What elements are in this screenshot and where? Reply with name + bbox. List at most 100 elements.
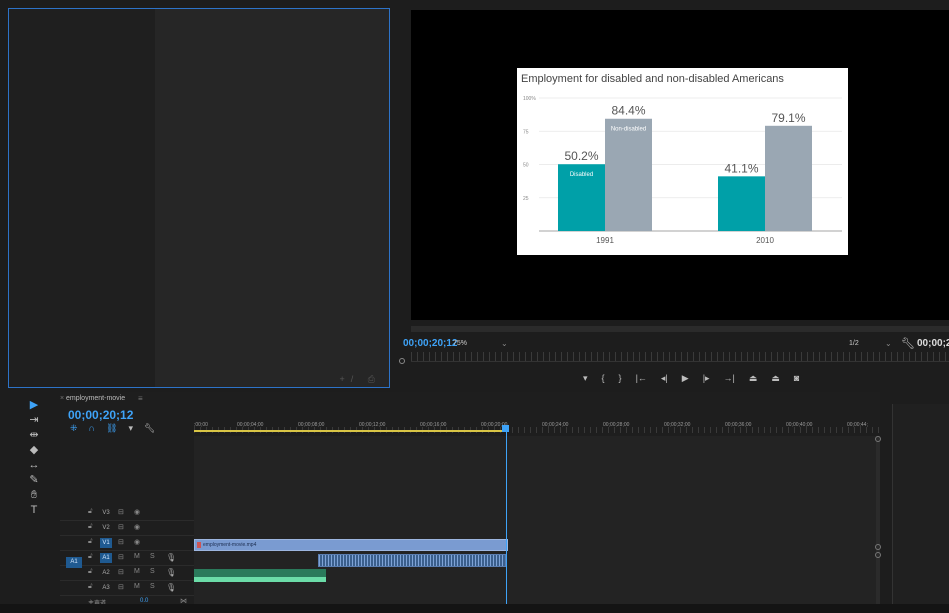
bar-chart: Employment for disabled and non-disabled… bbox=[521, 73, 842, 245]
video-clip-label: employment-movie.mp4 bbox=[203, 542, 257, 548]
razor-tool-icon[interactable]: ◆ bbox=[26, 443, 42, 458]
x-tick-label: 2010 bbox=[756, 236, 774, 245]
solo-button[interactable]: S bbox=[150, 553, 155, 560]
source-monitor-panel[interactable]: +/ ⎙ bbox=[8, 8, 390, 388]
extract-icon[interactable]: ⏏ bbox=[771, 373, 780, 387]
sync-lock-icon[interactable]: ⊟ bbox=[118, 583, 124, 591]
sync-lock-icon[interactable]: ⊟ bbox=[118, 538, 124, 546]
tools-panel: ▶ ⇥ ⇹ ◆ ↔ ✎ ✋︎ T bbox=[26, 398, 42, 528]
sync-lock-icon[interactable]: ⊟ bbox=[118, 553, 124, 561]
program-playhead-handle[interactable] bbox=[399, 358, 405, 364]
sync-lock-icon[interactable]: ⊟ bbox=[118, 523, 124, 531]
track-header-v3[interactable]: 🔓︎ V3 ⊟ ◉ bbox=[60, 508, 194, 521]
lock-icon[interactable]: 🔓︎ bbox=[88, 538, 93, 546]
source-monitor-controls[interactable]: +/ ⎙ bbox=[340, 374, 381, 385]
step-back-icon[interactable]: ◂| bbox=[661, 373, 668, 387]
lock-icon[interactable]: 🔓︎ bbox=[88, 523, 93, 531]
lift-icon[interactable]: ⏏ bbox=[749, 373, 758, 387]
sync-lock-icon[interactable]: ⊟ bbox=[118, 568, 124, 576]
program-monitor-panel: Employment for disabled and non-disabled… bbox=[393, 8, 949, 388]
wrench-icon[interactable]: 🔧︎ bbox=[901, 337, 915, 350]
play-icon[interactable]: ▶ bbox=[682, 373, 689, 387]
microphone-icon[interactable]: 🎙︎ bbox=[166, 583, 176, 592]
selection-tool-icon[interactable]: ▶ bbox=[26, 398, 42, 413]
scroll-handle-top[interactable] bbox=[875, 436, 881, 442]
audio-clip-a1[interactable] bbox=[318, 554, 506, 567]
chevron-down-icon[interactable]: ⌄ bbox=[885, 339, 892, 348]
program-duration-timecode: 00;00;20 bbox=[917, 338, 949, 349]
mute-button[interactable]: M bbox=[134, 553, 140, 560]
close-icon[interactable]: × bbox=[60, 395, 64, 402]
scroll-handle-low[interactable] bbox=[875, 552, 881, 558]
source-patch-a1[interactable]: A1 bbox=[66, 557, 82, 568]
step-forward-icon[interactable]: |▸ bbox=[703, 373, 710, 387]
lock-icon[interactable]: 🔓︎ bbox=[88, 568, 93, 576]
audio-clip-a2[interactable] bbox=[194, 569, 326, 582]
mark-in-icon[interactable]: ▾ bbox=[583, 373, 588, 387]
playhead-line[interactable] bbox=[506, 432, 507, 613]
track-header-a3[interactable]: 🔓︎ A3 ⊟ M S 🎙︎ bbox=[60, 583, 194, 596]
program-zoom-scrollbar[interactable] bbox=[411, 326, 949, 332]
track-target-a3[interactable]: A3 bbox=[100, 583, 112, 593]
slip-tool-icon[interactable]: ↔ bbox=[26, 458, 42, 473]
track-target-a2[interactable]: A2 bbox=[100, 568, 112, 578]
panel-menu-icon[interactable]: ≡ bbox=[138, 394, 143, 403]
type-tool-icon[interactable]: T bbox=[26, 503, 42, 518]
track-header-v2[interactable]: 🔓︎ V2 ⊟ ◉ bbox=[60, 523, 194, 536]
playhead-handle[interactable] bbox=[502, 425, 509, 432]
video-clip[interactable]: employment-movie.mp4 bbox=[194, 539, 508, 551]
snap-magnet-icon[interactable]: ∩ bbox=[89, 423, 95, 434]
series-label-disabled: Disabled bbox=[570, 172, 593, 178]
hand-tool-icon[interactable]: ✋︎ bbox=[26, 488, 42, 503]
program-timecode[interactable]: 00;00;20;12 bbox=[403, 338, 457, 349]
track-target-v2[interactable]: V2 bbox=[100, 523, 112, 533]
mute-button[interactable]: M bbox=[134, 583, 140, 590]
timeline-vertical-scrollbar[interactable] bbox=[875, 436, 881, 606]
track-header-v1[interactable]: 🔓︎ V1 ⊟ ◉ bbox=[60, 538, 194, 551]
linked-selection-icon[interactable]: ⛓︎ bbox=[106, 423, 117, 434]
eye-icon[interactable]: ◉ bbox=[134, 538, 140, 546]
ripple-edit-tool-icon[interactable]: ⇹ bbox=[26, 428, 42, 443]
scroll-handle-mid[interactable] bbox=[875, 544, 881, 550]
fx-badge-icon bbox=[197, 542, 201, 548]
transport-controls: ▾ { } |← ◂| ▶ |▸ →| ⏏ ⏏ ◙ bbox=[583, 373, 799, 387]
sequence-tab[interactable]: employment-movie bbox=[66, 395, 125, 402]
chart-title: Employment for disabled and non-disabled… bbox=[521, 73, 784, 85]
lock-icon[interactable]: 🔓︎ bbox=[88, 583, 93, 591]
nest-icon[interactable]: ⁜ bbox=[70, 423, 78, 434]
bar-chart-frame: Employment for disabled and non-disabled… bbox=[517, 68, 848, 255]
work-area-bar[interactable] bbox=[194, 430, 506, 432]
track-target-a1[interactable]: A1 bbox=[100, 553, 112, 563]
wrench-icon[interactable]: 🔧︎ bbox=[144, 423, 155, 434]
go-to-in-icon[interactable]: |← bbox=[636, 373, 647, 387]
go-to-out-icon[interactable]: →| bbox=[724, 373, 735, 387]
solo-button[interactable]: S bbox=[150, 568, 155, 575]
track-select-tool-icon[interactable]: ⇥ bbox=[26, 413, 42, 428]
track-target-v1[interactable]: V1 bbox=[100, 538, 112, 548]
pen-tool-icon[interactable]: ✎ bbox=[26, 473, 42, 488]
lock-icon[interactable]: 🔓︎ bbox=[88, 553, 93, 561]
microphone-icon[interactable]: 🎙︎ bbox=[166, 553, 176, 562]
solo-button[interactable]: S bbox=[150, 583, 155, 590]
mark-out-bracket-icon[interactable]: } bbox=[619, 373, 622, 387]
series-label-non-disabled: Non-disabled bbox=[611, 127, 646, 133]
mute-button[interactable]: M bbox=[134, 568, 140, 575]
data-label: 41.1% bbox=[724, 161, 758, 175]
track-header-a2[interactable]: 🔓︎ A2 ⊟ M S 🎙︎ bbox=[60, 568, 194, 581]
eye-icon[interactable]: ◉ bbox=[134, 508, 140, 516]
zoom-level-select[interactable]: 75% bbox=[453, 340, 467, 347]
playback-resolution-select[interactable]: 1/2 bbox=[849, 340, 859, 347]
tracks-area[interactable] bbox=[194, 436, 876, 613]
sequence-timecode[interactable]: 00;00;20;12 bbox=[68, 408, 133, 422]
mark-in-bracket-icon[interactable]: { bbox=[602, 373, 605, 387]
sync-lock-icon[interactable]: ⊟ bbox=[118, 508, 124, 516]
export-frame-icon[interactable]: ◙ bbox=[794, 373, 799, 387]
microphone-icon[interactable]: 🎙︎ bbox=[166, 568, 176, 577]
eye-icon[interactable]: ◉ bbox=[134, 523, 140, 531]
program-time-ruler[interactable] bbox=[411, 352, 949, 362]
lock-icon[interactable]: 🔓︎ bbox=[88, 508, 93, 516]
chevron-down-icon[interactable]: ⌄ bbox=[501, 339, 508, 348]
track-target-v3[interactable]: V3 bbox=[100, 508, 112, 518]
source-monitor-left-area bbox=[9, 9, 155, 387]
add-marker-icon[interactable]: ▾ bbox=[128, 423, 133, 434]
